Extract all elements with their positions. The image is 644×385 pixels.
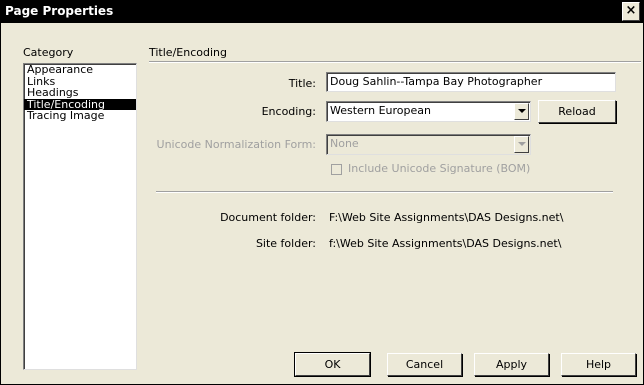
reload-button[interactable]: Reload bbox=[538, 100, 616, 123]
section-divider bbox=[149, 61, 641, 63]
title-bar[interactable]: Page Properties × bbox=[1, 1, 643, 23]
bom-label: Include Unicode Signature (BOM) bbox=[348, 162, 531, 175]
folders-divider bbox=[156, 191, 613, 193]
category-list[interactable]: Appearance Links Headings Title/Encoding… bbox=[23, 63, 137, 370]
encoding-selected-value: Western European bbox=[330, 104, 432, 117]
site-folder-label: Site folder: bbox=[255, 237, 316, 250]
encoding-dropdown-button[interactable] bbox=[514, 103, 529, 120]
section-header: Title/Encoding bbox=[149, 46, 227, 59]
encoding-label: Encoding: bbox=[261, 105, 316, 118]
dialog-title: Page Properties bbox=[5, 4, 114, 18]
document-folder-label: Document folder: bbox=[220, 211, 316, 224]
ok-button[interactable]: OK bbox=[294, 352, 371, 377]
chevron-down-icon bbox=[518, 109, 526, 113]
document-folder-value: F:\Web Site Assignments\DAS Designs.net\ bbox=[329, 211, 564, 224]
title-input[interactable]: Doug Sahlin--Tampa Bay Photographer bbox=[326, 72, 616, 92]
title-label: Title: bbox=[288, 77, 316, 90]
help-button[interactable]: Help bbox=[561, 353, 636, 376]
encoding-select[interactable]: Western European bbox=[326, 101, 531, 122]
cancel-button[interactable]: Cancel bbox=[387, 353, 462, 376]
normalization-dropdown-button[interactable] bbox=[514, 136, 529, 153]
normalization-select[interactable]: None bbox=[326, 134, 531, 155]
category-item-tracing-image[interactable]: Tracing Image bbox=[24, 110, 136, 122]
category-item-appearance[interactable]: Appearance bbox=[24, 64, 136, 76]
apply-button[interactable]: Apply bbox=[474, 353, 549, 376]
page-properties-dialog: Page Properties × Category Title/Encodin… bbox=[0, 0, 644, 385]
category-item-headings[interactable]: Headings bbox=[24, 87, 136, 99]
chevron-down-icon bbox=[518, 142, 526, 146]
site-folder-value: f:\Web Site Assignments\DAS Designs.net\ bbox=[329, 237, 562, 250]
category-header: Category bbox=[23, 46, 74, 59]
normalization-selected-value: None bbox=[330, 137, 359, 150]
normalization-label: Unicode Normalization Form: bbox=[156, 138, 316, 151]
close-icon[interactable]: × bbox=[622, 2, 640, 21]
bom-checkbox[interactable] bbox=[331, 164, 342, 175]
